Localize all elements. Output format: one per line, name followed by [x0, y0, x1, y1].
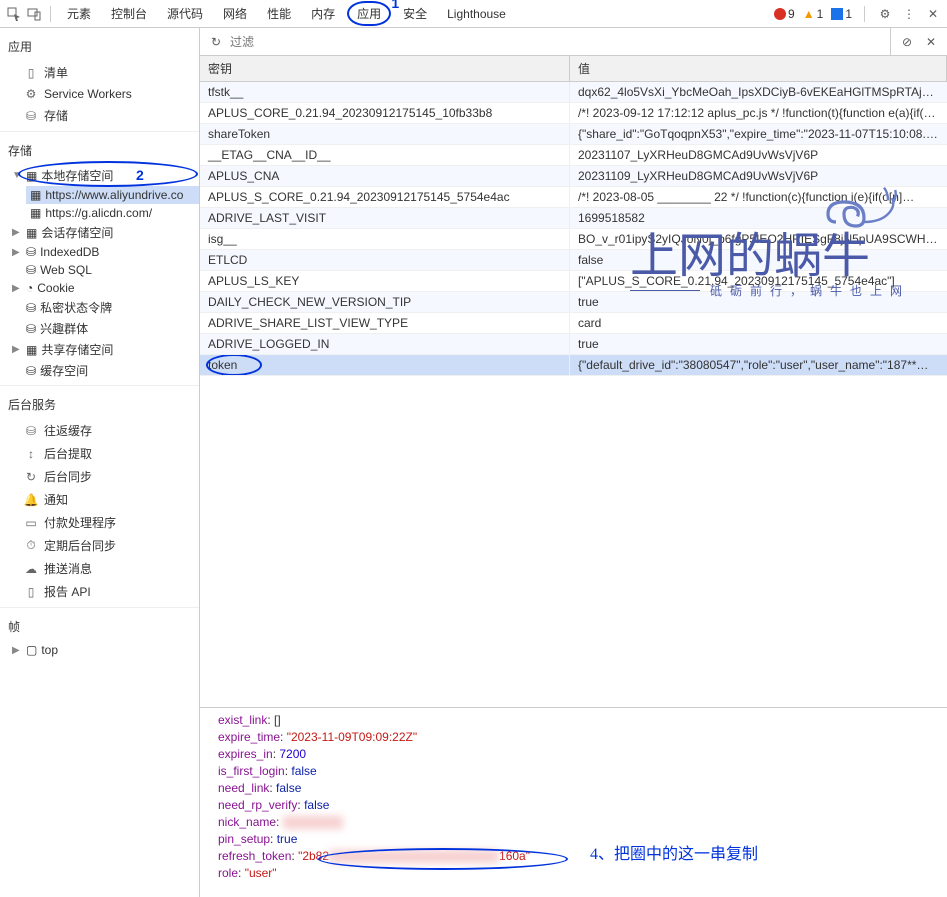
annotation-4: 4、把圈中的这一串复制: [590, 846, 758, 863]
file-icon: ▯: [24, 66, 38, 80]
tab-sources[interactable]: 源代码: [159, 1, 211, 26]
delete-icon[interactable]: ✕: [923, 34, 939, 50]
refresh-icon[interactable]: ↻: [208, 34, 224, 50]
table-row[interactable]: token3{"default_drive_id":"38080547","ro…: [200, 355, 947, 376]
bg-fetch[interactable]: ↕后台提取: [0, 442, 199, 465]
warning-badge[interactable]: ▲1: [803, 7, 824, 21]
grid-icon: ▦: [30, 188, 41, 202]
card-icon: ▭: [24, 516, 38, 530]
tab-security[interactable]: 安全: [395, 1, 435, 26]
db-icon: ⛁: [26, 263, 36, 277]
filter-bar: ↻ ⊘ ✕: [200, 28, 947, 56]
close-icon[interactable]: ✕: [925, 6, 941, 22]
table-row[interactable]: APLUS_CORE_0.21.94_20230912175145_10fb33…: [200, 103, 947, 124]
tab-network[interactable]: 网络: [215, 1, 255, 26]
detail-pane[interactable]: exist_link: []expire_time: "2023-11-09T0…: [200, 707, 947, 897]
inspect-icon[interactable]: [6, 6, 22, 22]
sidebar-header-storage: 存储: [0, 136, 199, 165]
tree-origin-alicdn[interactable]: ▦https://g.alicdn.com/: [26, 204, 199, 222]
tree-interest[interactable]: ⛁兴趣群体: [8, 318, 199, 339]
db-icon: ⛁: [26, 301, 36, 315]
bell-icon: 🔔: [24, 493, 38, 507]
sync-icon: ↻: [24, 470, 38, 484]
more-icon[interactable]: ⋮: [901, 6, 917, 22]
col-value[interactable]: 值: [570, 56, 947, 81]
annotation-1: 1: [391, 0, 399, 11]
tab-lighthouse[interactable]: Lighthouse: [439, 3, 514, 25]
bg-notifications[interactable]: 🔔通知: [0, 488, 199, 511]
table-row[interactable]: APLUS_S_CORE_0.21.94_20230912175145_5754…: [200, 187, 947, 208]
table-row[interactable]: ADRIVE_LOGGED_INtrue: [200, 334, 947, 355]
grid-icon: ▦: [26, 226, 37, 240]
sidebar-item-manifest[interactable]: ▯清单: [0, 61, 199, 84]
sidebar: 应用 ▯清单 ⚙Service Workers ⛁存储 存储 ▼▦本地存储空间 …: [0, 28, 200, 897]
db-icon: ⛁: [26, 364, 36, 378]
bg-push[interactable]: ☁推送消息: [0, 557, 199, 580]
grid-icon: ▦: [26, 343, 37, 357]
error-badge[interactable]: 9: [774, 7, 795, 21]
clock-icon: ⏱: [24, 539, 38, 553]
tree-origin-aliyundrive[interactable]: ▦https://www.aliyundrive.co: [26, 186, 199, 204]
window-icon: ▢: [26, 643, 37, 657]
device-icon[interactable]: [26, 6, 42, 22]
content-pane: ↻ ⊘ ✕ 密钥 值 tfstk__dqx62_4lo5VsXi_YbcMeOa…: [200, 28, 947, 897]
tree-shared-storage[interactable]: ▶▦共享存储空间: [8, 339, 199, 360]
frame-top[interactable]: ▶▢top: [8, 641, 199, 659]
tree-private-token[interactable]: ⛁私密状态令牌: [8, 297, 199, 318]
table-row[interactable]: tfstk__dqx62_4lo5VsXi_YbcMeOah_IpsXDCiyB…: [200, 82, 947, 103]
db-icon: ⛁: [24, 424, 38, 438]
tab-memory[interactable]: 内存: [303, 1, 343, 26]
annotation-2: 2: [136, 167, 144, 183]
grid-icon: ▦: [26, 169, 37, 183]
tab-elements[interactable]: 元素: [59, 1, 99, 26]
tab-application[interactable]: 应用1: [347, 1, 391, 26]
col-key[interactable]: 密钥: [200, 56, 570, 81]
bg-report-api[interactable]: ▯报告 API: [0, 580, 199, 603]
grid-icon: ▦: [30, 206, 41, 220]
cloud-icon: ☁: [24, 562, 38, 576]
table-row[interactable]: DAILY_CHECK_NEW_VERSION_TIPtrue: [200, 292, 947, 313]
table-row[interactable]: ADRIVE_SHARE_LIST_VIEW_TYPEcard: [200, 313, 947, 334]
table-row[interactable]: isg__BO_v_r01ipyS2yIQJoN0j_b6fgP5IEO2HRI…: [200, 229, 947, 250]
tree-websql[interactable]: ⛁Web SQL: [8, 261, 199, 279]
db-icon: ⛁: [26, 245, 36, 259]
tab-performance[interactable]: 性能: [259, 1, 299, 26]
storage-table: 密钥 值 tfstk__dqx62_4lo5VsXi_YbcMeOah_IpsX…: [200, 56, 947, 707]
sidebar-header-app: 应用: [0, 32, 199, 61]
tab-console[interactable]: 控制台: [103, 1, 155, 26]
arrow-icon: ↕: [24, 447, 38, 461]
sidebar-item-storage[interactable]: ⛁存储: [0, 104, 199, 127]
gears-icon: ⚙: [24, 87, 38, 101]
table-row[interactable]: ADRIVE_LAST_VISIT1699518582: [200, 208, 947, 229]
bg-bfcache[interactable]: ⛁往返缓存: [0, 419, 199, 442]
table-row[interactable]: __ETAG__CNA__ID__20231107_LyXRHeuD8GMCAd…: [200, 145, 947, 166]
tree-indexeddb[interactable]: ▶⛁IndexedDB: [8, 243, 199, 261]
gear-icon[interactable]: ⚙: [877, 6, 893, 22]
sidebar-item-service-workers[interactable]: ⚙Service Workers: [0, 84, 199, 104]
sidebar-header-frames: 帧: [0, 612, 199, 641]
tree-session-storage[interactable]: ▶▦会话存储空间: [8, 222, 199, 243]
bg-sync[interactable]: ↻后台同步: [0, 465, 199, 488]
tree-local-storage[interactable]: ▼▦本地存储空间: [8, 165, 199, 186]
sidebar-header-bg: 后台服务: [0, 390, 199, 419]
table-row[interactable]: shareToken{"share_id":"GoTqoqpnX53","exp…: [200, 124, 947, 145]
tree-cache[interactable]: ⛁缓存空间: [8, 360, 199, 381]
table-row[interactable]: APLUS_CNA20231109_LyXRHeuD8GMCAd9UvWsVjV…: [200, 166, 947, 187]
clear-icon[interactable]: ⊘: [899, 34, 915, 50]
cookie-icon: ◔: [26, 281, 33, 295]
db-icon: ⛁: [26, 322, 36, 336]
db-icon: ⛁: [24, 109, 38, 123]
bg-periodic-sync[interactable]: ⏱定期后台同步: [0, 534, 199, 557]
bg-payment[interactable]: ▭付款处理程序: [0, 511, 199, 534]
tree-cookies[interactable]: ▶◔Cookie: [8, 279, 199, 297]
info-badge[interactable]: 1: [831, 7, 852, 21]
file-icon: ▯: [24, 585, 38, 599]
table-row[interactable]: APLUS_LS_KEY["APLUS_S_CORE_0.21.94_20230…: [200, 271, 947, 292]
devtools-toolbar: 元素 控制台 源代码 网络 性能 内存 应用1 安全 Lighthouse 9 …: [0, 0, 947, 28]
filter-input[interactable]: [230, 35, 882, 49]
table-row[interactable]: ETLCDfalse: [200, 250, 947, 271]
